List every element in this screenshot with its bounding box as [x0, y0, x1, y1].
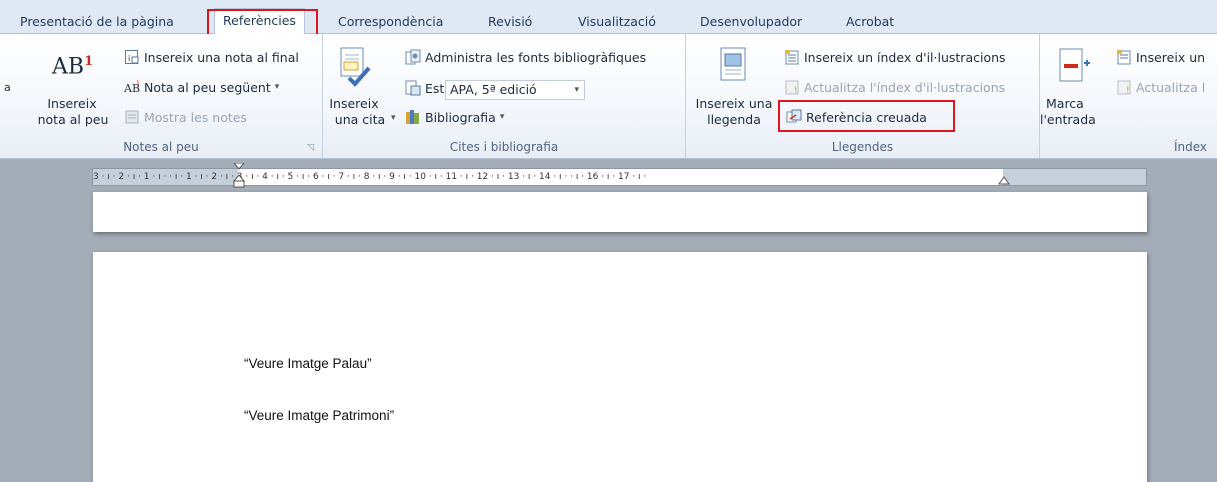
horizontal-ruler[interactable]: 3 · ı · 2 · ı · 1 · ı · · ı · 1 · ı · 2 …	[92, 162, 1147, 188]
ab-icon-superscript: 1	[84, 54, 94, 69]
tab-mailings[interactable]: Correspondència	[330, 10, 451, 34]
document-line-patrimoni[interactable]: “Veure Imatge Patrimoni”	[244, 408, 394, 423]
indent-marker-icon[interactable]	[232, 162, 246, 192]
cross-reference-button[interactable]: Referència creuada	[786, 109, 927, 125]
cross-reference-label: Referència creuada	[806, 109, 927, 125]
mark-entry-label-1[interactable]: Marca	[1040, 96, 1100, 111]
insert-table-of-figures-label: Insereix un índex d'il·lustracions	[804, 49, 1006, 65]
insert-endnote-label: Insereix una nota al final	[144, 49, 299, 65]
update-table-label: Actualitza l'índex d'il·lustracions	[804, 79, 1006, 95]
insert-footnote-icon[interactable]: AB1	[52, 54, 94, 88]
mark-entry-label-2[interactable]: l'entrada	[1040, 112, 1100, 127]
ribbon-tab-bar: Presentació de la pàgina Referències Cor…	[0, 0, 1217, 35]
show-notes-button[interactable]: Mostra les notes	[124, 109, 247, 125]
ab-icon-text: AB	[52, 54, 85, 80]
insert-caption-label-2[interactable]: llegenda	[692, 112, 776, 127]
insert-index-label: Insereix un	[1136, 49, 1206, 65]
chevron-down-icon: ▾	[499, 112, 505, 122]
update-index-button[interactable]: ! Actualitza l	[1116, 79, 1206, 96]
mark-entry-icon[interactable]	[1056, 47, 1092, 87]
right-indent-marker-icon[interactable]	[998, 173, 1010, 188]
insert-caption-label-1[interactable]: Insereix una	[692, 96, 776, 111]
svg-text:i: i	[128, 54, 130, 63]
cross-reference-icon	[786, 109, 802, 125]
index-group-label: Índex	[1173, 140, 1207, 154]
insert-caption-icon[interactable]	[718, 46, 748, 82]
previous-page	[93, 192, 1147, 232]
document-line-palau[interactable]: “Veure Imatge Palau”	[244, 356, 372, 371]
tab-view[interactable]: Visualització	[570, 10, 664, 34]
citation-style-select[interactable]: APA, 5ª edició ▾	[445, 80, 585, 100]
insert-endnote-button[interactable]: i Insereix una nota al final	[124, 49, 299, 65]
group-captions: Insereix una llegenda Insereix un índex …	[686, 34, 1040, 158]
insert-index-button[interactable]: Insereix un	[1116, 49, 1205, 65]
bibliography-icon	[405, 109, 421, 125]
tab-review[interactable]: Revisió	[480, 10, 540, 34]
manage-sources-label: Administra les fonts bibliogràfiques	[425, 49, 647, 65]
update-index-icon: !	[1116, 79, 1132, 96]
manage-sources-button[interactable]: Administra les fonts bibliogràfiques	[405, 49, 646, 65]
update-table-button[interactable]: ! Actualitza l'índex d'il·lustracions	[784, 79, 1006, 96]
show-notes-icon	[124, 109, 140, 125]
citations-group-label: Cites i bibliografia	[449, 140, 559, 154]
svg-text:!: !	[1126, 86, 1130, 95]
insert-citation-icon[interactable]	[335, 46, 371, 88]
bibliography-button[interactable]: Bibliografia ▾	[405, 109, 504, 125]
insert-footnote-label-2[interactable]: nota al peu	[30, 112, 116, 127]
insert-index-icon	[1116, 49, 1132, 65]
captions-group-label: Llegendes	[831, 140, 894, 154]
footnotes-dialog-launcher-icon[interactable]: ◹	[307, 143, 314, 153]
tab-page-layout[interactable]: Presentació de la pàgina	[12, 10, 182, 34]
insert-citation-label-2[interactable]: una cita	[325, 112, 395, 127]
group-index: Marca l'entrada Insereix un ! Actualitza…	[1040, 34, 1217, 158]
cut-off-glyph: a	[4, 81, 11, 94]
tab-acrobat[interactable]: Acrobat	[838, 10, 902, 34]
manage-sources-icon	[405, 49, 421, 65]
chevron-down-icon: ▾	[574, 85, 579, 95]
insert-footnote-label-1[interactable]: Insereix	[42, 96, 102, 111]
ribbon: a AB1 Insereix nota al peu i Insereix un…	[0, 34, 1217, 159]
insert-citation-label-1[interactable]: Insereix	[329, 96, 379, 111]
footnotes-group-label: Notes al peu	[123, 140, 199, 154]
style-icon	[405, 80, 421, 96]
svg-text:1: 1	[136, 80, 140, 87]
update-table-icon: !	[784, 79, 800, 96]
group-footnotes: a AB1 Insereix nota al peu i Insereix un…	[0, 34, 323, 158]
next-footnote-icon: AB 1	[123, 79, 140, 95]
tab-developer[interactable]: Desenvolupador	[692, 10, 810, 34]
insert-table-of-figures-button[interactable]: Insereix un índex d'il·lustracions	[784, 49, 1006, 65]
citation-style-value: APA, 5ª edició	[450, 82, 537, 97]
update-index-label: Actualitza l	[1136, 79, 1206, 95]
endnote-icon: i	[124, 49, 140, 65]
show-notes-label: Mostra les notes	[144, 109, 247, 125]
table-of-figures-icon	[784, 49, 800, 65]
citation-chevron-down-icon[interactable]: ▾	[391, 113, 396, 123]
svg-text:!: !	[794, 86, 798, 95]
bibliography-label: Bibliografia	[425, 109, 496, 125]
ruler-numbers: 3 · ı · 2 · ı · 1 · ı · · ı · 1 · ı · 2 …	[93, 172, 647, 182]
next-footnote-label: Nota al peu següent	[144, 79, 271, 95]
document-page[interactable]: “Veure Imatge Palau” “Veure Imatge Patri…	[93, 252, 1147, 482]
next-footnote-button[interactable]: AB 1 Nota al peu següent ▾	[123, 79, 280, 96]
chevron-down-icon: ▾	[274, 82, 280, 92]
tab-references[interactable]: Referències	[214, 8, 305, 35]
